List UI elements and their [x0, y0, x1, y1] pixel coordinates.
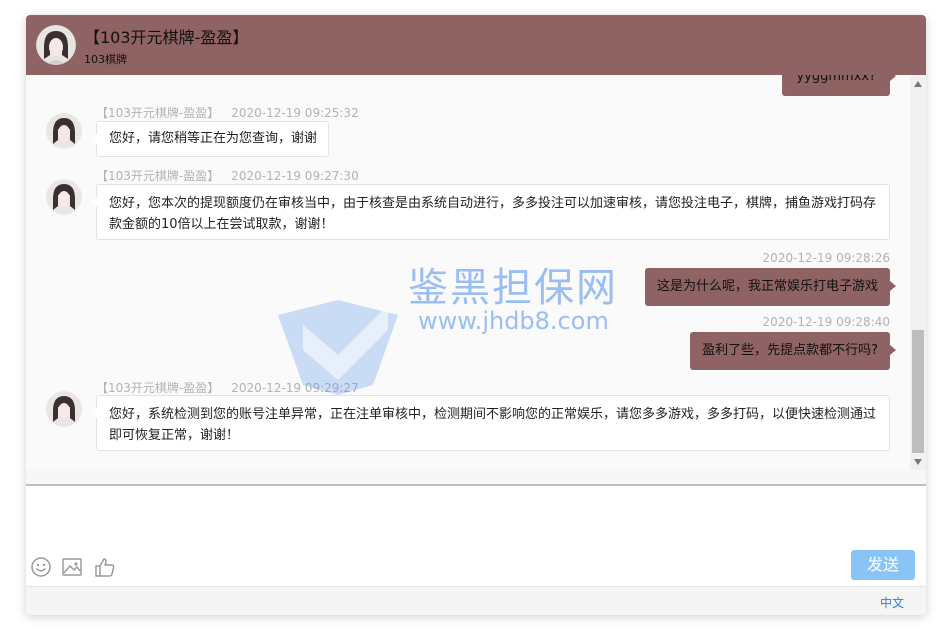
message-time: 2020-12-19 09:28:40	[762, 315, 890, 329]
composer: 发送	[26, 486, 926, 586]
emoji-icon[interactable]	[30, 556, 52, 578]
message-outgoing: yyggmmxx?	[782, 75, 896, 96]
thumbs-up-icon[interactable]	[94, 556, 116, 578]
chat-header: 【103开元棋牌-盈盈】 103棋牌	[26, 15, 926, 75]
scroll-down-icon[interactable]	[914, 459, 922, 465]
message-list-scrollbar[interactable]	[910, 75, 926, 470]
message-outgoing: 这是为什么呢，我正常娱乐打电子游戏	[644, 268, 897, 306]
message-text: 您好，系统检测到您的账号注单异常，正在注单审核中，检测期间不影响您的正常娱乐，请…	[109, 407, 877, 443]
footer: 中文	[26, 586, 926, 615]
message-list[interactable]: yyggmmxx? 【103开元棋牌-盈盈】 2020-12-19 09:25:3…	[26, 75, 910, 470]
agent-title: 【103开元棋牌-盈盈】	[84, 28, 249, 47]
message-text: 您好，请您稍等正在为您查询，谢谢	[109, 131, 318, 146]
scrollbar-thumb[interactable]	[912, 330, 924, 453]
agent-avatar	[36, 25, 76, 65]
agent-avatar	[46, 391, 82, 427]
agent-subtitle: 103棋牌	[84, 53, 127, 66]
message-time: 2020-12-19 09:28:26	[762, 251, 890, 265]
message-input[interactable]	[34, 492, 918, 552]
message-text: 这是为什么呢，我正常娱乐打电子游戏	[656, 279, 878, 294]
scroll-up-icon[interactable]	[914, 81, 922, 87]
message-meta: 【103开元棋牌-盈盈】 2020-12-19 09:25:32	[96, 104, 359, 121]
message-text: yyggmmxx?	[796, 75, 876, 84]
message-bubble: 您好，系统检测到您的账号注单异常，正在注单审核中，检测期间不影响您的正常娱乐，请…	[91, 395, 890, 451]
message-text: 您好，您本次的提现额度仍在审核当中，由于核查是由系统自动进行，多多投注可以加速审…	[109, 196, 877, 232]
sender-name: 【103开元棋牌-盈盈】	[96, 381, 220, 395]
message-time: 2020-12-19 09:27:30	[231, 169, 359, 183]
message-bubble: 您好，请您稍等正在为您查询，谢谢	[91, 121, 329, 157]
send-button[interactable]: 发送	[851, 550, 915, 580]
message-time: 2020-12-19 09:25:32	[231, 106, 359, 120]
agent-avatar	[46, 179, 82, 215]
sender-name: 【103开元棋牌-盈盈】	[96, 169, 220, 183]
message-time: 2020-12-19 09:29:27	[231, 381, 359, 395]
message-meta: 【103开元棋牌-盈盈】 2020-12-19 09:29:27	[96, 379, 359, 396]
sender-name: 【103开元棋牌-盈盈】	[96, 106, 220, 120]
message-meta: 【103开元棋牌-盈盈】 2020-12-19 09:27:30	[96, 167, 359, 184]
language-switch[interactable]: 中文	[880, 594, 904, 611]
agent-avatar	[46, 113, 82, 149]
image-icon[interactable]	[61, 556, 83, 578]
chat-window: 【103开元棋牌-盈盈】 103棋牌 yyggmmxx? 【103开元棋牌-盈盈…	[26, 15, 926, 615]
message-bubble: 您好，您本次的提现额度仍在审核当中，由于核查是由系统自动进行，多多投注可以加速审…	[91, 184, 890, 240]
message-outgoing: 盈利了些，先提点款都不行吗?	[690, 332, 896, 370]
message-text: 盈利了些，先提点款都不行吗?	[702, 343, 878, 358]
